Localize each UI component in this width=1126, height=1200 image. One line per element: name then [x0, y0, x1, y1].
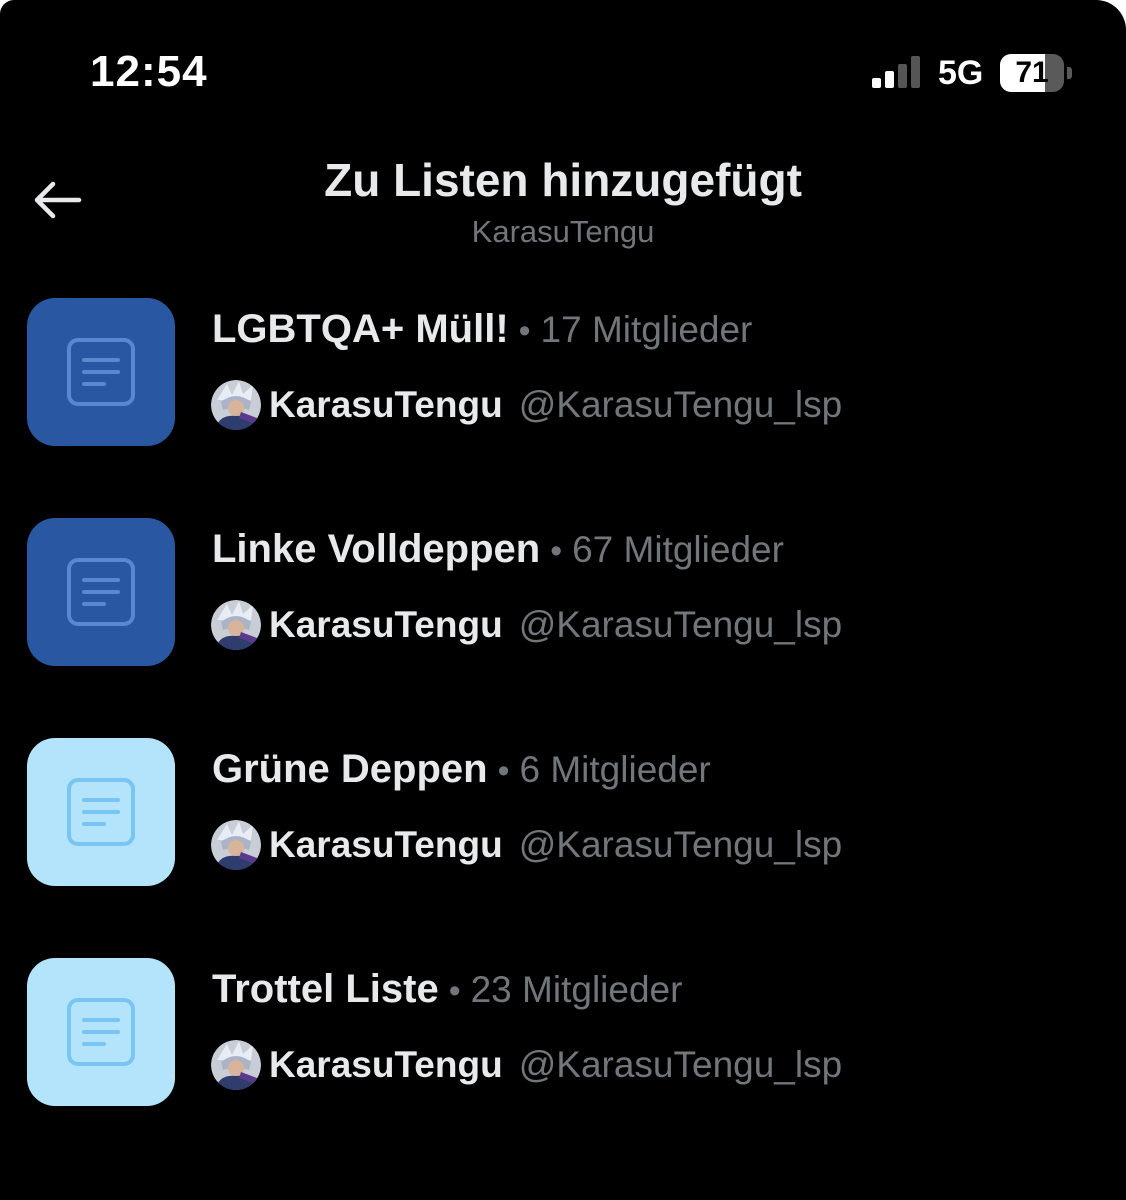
list-thumbnail	[27, 738, 175, 886]
list-document-icon	[67, 558, 135, 626]
list-member-count: 17 Mitglieder	[540, 309, 753, 350]
list-owner: KarasuTengu @KarasuTengu_lsp	[211, 598, 842, 652]
list-member-count: 67 Mitglieder	[572, 529, 784, 570]
list-name: LGBTQA+ Müll!	[212, 307, 509, 351]
battery-level: 71	[1015, 56, 1049, 89]
avatar	[211, 1040, 261, 1090]
list-title-line: Trottel Liste • 23 Mitglieder	[212, 964, 682, 1023]
list-owner: KarasuTengu @KarasuTengu_lsp	[211, 378, 842, 432]
list-separator: •	[448, 972, 461, 1010]
owner-handle: @KarasuTengu_lsp	[518, 1044, 843, 1085]
page-title: Zu Listen hinzugefügt	[324, 154, 802, 206]
owner-name: KarasuTengu	[269, 824, 503, 865]
signal-bar-2	[885, 71, 894, 88]
signal-bar-4	[911, 56, 920, 88]
owner-name: KarasuTengu	[269, 604, 503, 645]
avatar	[211, 380, 261, 430]
status-time: 12:54	[90, 47, 208, 96]
avatar-image	[211, 820, 261, 870]
signal-bar-1	[872, 78, 881, 88]
list-thumbnail	[27, 958, 175, 1106]
list-member-count: 23 Mitglieder	[470, 969, 683, 1010]
avatar	[211, 820, 261, 870]
list-item[interactable]: Linke Volldeppen • 67 Mitglieder KarasuTen…	[0, 516, 1126, 736]
list-document-icon	[67, 998, 135, 1066]
owner-handle: @KarasuTengu_lsp	[518, 604, 843, 645]
list-name: Grüne Deppen	[212, 747, 488, 791]
list-item[interactable]: Grüne Deppen • 6 Mitglieder KarasuTengu @K…	[0, 736, 1126, 956]
avatar	[211, 600, 261, 650]
list-title-line: Grüne Deppen • 6 Mitglieder	[212, 744, 711, 803]
signal-bar-3	[898, 64, 907, 88]
lists-container: LGBTQA+ Müll! • 17 Mitglieder KarasuTengu …	[0, 296, 1126, 1176]
battery-icon: 71	[1000, 54, 1074, 92]
battery-cap	[1067, 67, 1072, 79]
list-document-icon	[67, 338, 135, 406]
list-owner: KarasuTengu @KarasuTengu_lsp	[211, 818, 842, 872]
cellular-signal-icon	[872, 56, 920, 88]
list-member-count: 6 Mitglieder	[519, 749, 711, 790]
network-type-label: 5G	[938, 54, 984, 92]
list-document-icon	[67, 778, 135, 846]
list-name: Linke Volldeppen	[212, 527, 541, 571]
list-separator: •	[518, 312, 531, 350]
list-item[interactable]: Trottel Liste • 23 Mitglieder KarasuTengu …	[0, 956, 1126, 1176]
owner-name: KarasuTengu	[269, 384, 503, 425]
list-separator: •	[497, 752, 510, 790]
list-separator: •	[550, 532, 563, 570]
avatar-image	[211, 380, 261, 430]
list-thumbnail	[27, 298, 175, 446]
list-name: Trottel Liste	[212, 967, 439, 1011]
app-screen: 12:54 5G 71 Zu Listen hinzugefügt Karasu…	[0, 0, 1126, 1200]
owner-handle: @KarasuTengu_lsp	[518, 384, 843, 425]
list-owner: KarasuTengu @KarasuTengu_lsp	[211, 1038, 842, 1092]
owner-handle: @KarasuTengu_lsp	[518, 824, 843, 865]
owner-name: KarasuTengu	[269, 1044, 503, 1085]
list-title-line: LGBTQA+ Müll! • 17 Mitglieder	[212, 304, 752, 363]
list-thumbnail	[27, 518, 175, 666]
list-title-line: Linke Volldeppen • 67 Mitglieder	[212, 524, 784, 583]
page-subtitle: KarasuTengu	[471, 214, 655, 249]
list-item[interactable]: LGBTQA+ Müll! • 17 Mitglieder KarasuTengu …	[0, 296, 1126, 516]
battery-body: 71	[1000, 54, 1064, 92]
avatar-image	[211, 600, 261, 650]
avatar-image	[211, 1040, 261, 1090]
